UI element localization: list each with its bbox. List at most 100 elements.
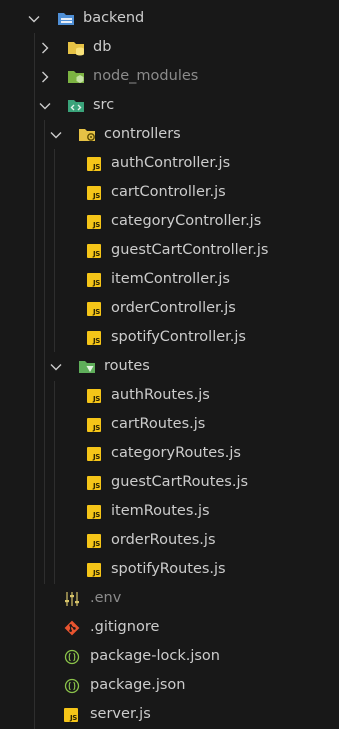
file-item[interactable]: JS guestCartRoutes.js (0, 468, 339, 497)
json-file-icon (64, 649, 80, 665)
indent-guide (34, 265, 35, 294)
settings-sliders-icon (64, 591, 80, 607)
file-label: guestCartController.js (111, 242, 269, 258)
folder-backend[interactable]: backend (0, 4, 339, 33)
file-explorer-tree: backend db node_modules src controllers … (0, 4, 339, 729)
indent-guide (54, 294, 55, 323)
indent-guide (44, 526, 45, 555)
chevron-down-icon[interactable] (48, 352, 64, 381)
folder-src[interactable]: src (0, 91, 339, 120)
indent-guide (44, 555, 45, 584)
file-server-js[interactable]: JS server.js (0, 700, 339, 729)
javascript-file-icon: JS (87, 389, 101, 403)
indent-guide (34, 207, 35, 236)
javascript-file-icon: JS (87, 563, 101, 577)
indent-guide (34, 62, 35, 91)
file-label: spotifyRoutes.js (111, 561, 226, 577)
json-file-icon (64, 678, 80, 694)
folder-db[interactable]: db (0, 33, 339, 62)
javascript-file-icon: JS (87, 244, 101, 258)
folder-label: routes (104, 358, 150, 374)
indent-guide (44, 468, 45, 497)
chevron-right-icon[interactable] (37, 62, 53, 91)
file-item[interactable]: JS authController.js (0, 149, 339, 178)
file-label: authRoutes.js (111, 387, 210, 403)
indent-guide (34, 294, 35, 323)
indent-guide (44, 323, 45, 352)
javascript-file-icon: JS (87, 534, 101, 548)
chevron-right-icon[interactable] (37, 33, 53, 62)
file-item[interactable]: JS itemRoutes.js (0, 497, 339, 526)
indent-guide (34, 352, 35, 381)
indent-guide (34, 178, 35, 207)
indent-guide (44, 236, 45, 265)
indent-guide (34, 700, 35, 729)
indent-guide (34, 439, 35, 468)
folder-database-icon (67, 40, 84, 56)
indent-guide (44, 381, 45, 410)
javascript-file-icon: JS (87, 215, 101, 229)
file-label: package.json (90, 677, 186, 693)
file-item[interactable]: JS orderController.js (0, 294, 339, 323)
indent-guide (54, 207, 55, 236)
chevron-down-icon[interactable] (37, 91, 53, 120)
file-label: itemRoutes.js (111, 503, 210, 519)
indent-guide (34, 381, 35, 410)
folder-controllers[interactable]: controllers (0, 120, 339, 149)
indent-guide (34, 33, 35, 62)
indent-guide (34, 468, 35, 497)
folder-routes[interactable]: routes (0, 352, 339, 381)
file-label: itemController.js (111, 271, 230, 287)
file-env[interactable]: .env (0, 584, 339, 613)
javascript-file-icon: JS (87, 157, 101, 171)
file-package-lock[interactable]: package-lock.json (0, 642, 339, 671)
javascript-file-icon: JS (87, 447, 101, 461)
chevron-down-icon[interactable] (48, 120, 64, 149)
indent-guide (54, 381, 55, 410)
file-item[interactable]: JS spotifyRoutes.js (0, 555, 339, 584)
indent-guide (54, 178, 55, 207)
indent-guide (34, 584, 35, 613)
folder-node-icon (67, 69, 84, 85)
file-item[interactable]: JS orderRoutes.js (0, 526, 339, 555)
indent-guide (54, 149, 55, 178)
chevron-down-icon[interactable] (26, 4, 42, 33)
file-item[interactable]: JS cartRoutes.js (0, 410, 339, 439)
indent-guide (44, 265, 45, 294)
git-icon (64, 620, 80, 636)
file-item[interactable]: JS cartController.js (0, 178, 339, 207)
folder-src-icon (67, 98, 84, 114)
folder-node-modules[interactable]: node_modules (0, 62, 339, 91)
indent-guide (44, 439, 45, 468)
folder-routes-icon (78, 359, 95, 375)
indent-guide (34, 526, 35, 555)
folder-label: controllers (104, 126, 181, 142)
indent-guide (44, 410, 45, 439)
indent-guide (54, 265, 55, 294)
file-item[interactable]: JS categoryController.js (0, 207, 339, 236)
indent-guide (34, 613, 35, 642)
indent-guide (34, 120, 35, 149)
file-label: .env (90, 590, 122, 606)
file-label: guestCartRoutes.js (111, 474, 249, 490)
file-item[interactable]: JS categoryRoutes.js (0, 439, 339, 468)
file-label: authController.js (111, 155, 231, 171)
file-package-json[interactable]: package.json (0, 671, 339, 700)
file-label: orderRoutes.js (111, 532, 216, 548)
indent-guide (34, 149, 35, 178)
indent-guide (54, 323, 55, 352)
indent-guide (44, 497, 45, 526)
file-label: spotifyController.js (111, 329, 246, 345)
indent-guide (34, 671, 35, 700)
file-item[interactable]: JS spotifyController.js (0, 323, 339, 352)
folder-controllers-icon (78, 127, 95, 143)
javascript-file-icon: JS (87, 505, 101, 519)
file-label: .gitignore (90, 619, 160, 635)
indent-guide (34, 410, 35, 439)
file-label: cartRoutes.js (111, 416, 206, 432)
file-item[interactable]: JS authRoutes.js (0, 381, 339, 410)
file-gitignore[interactable]: .gitignore (0, 613, 339, 642)
indent-guide (44, 294, 45, 323)
file-item[interactable]: JS guestCartController.js (0, 236, 339, 265)
file-item[interactable]: JS itemController.js (0, 265, 339, 294)
